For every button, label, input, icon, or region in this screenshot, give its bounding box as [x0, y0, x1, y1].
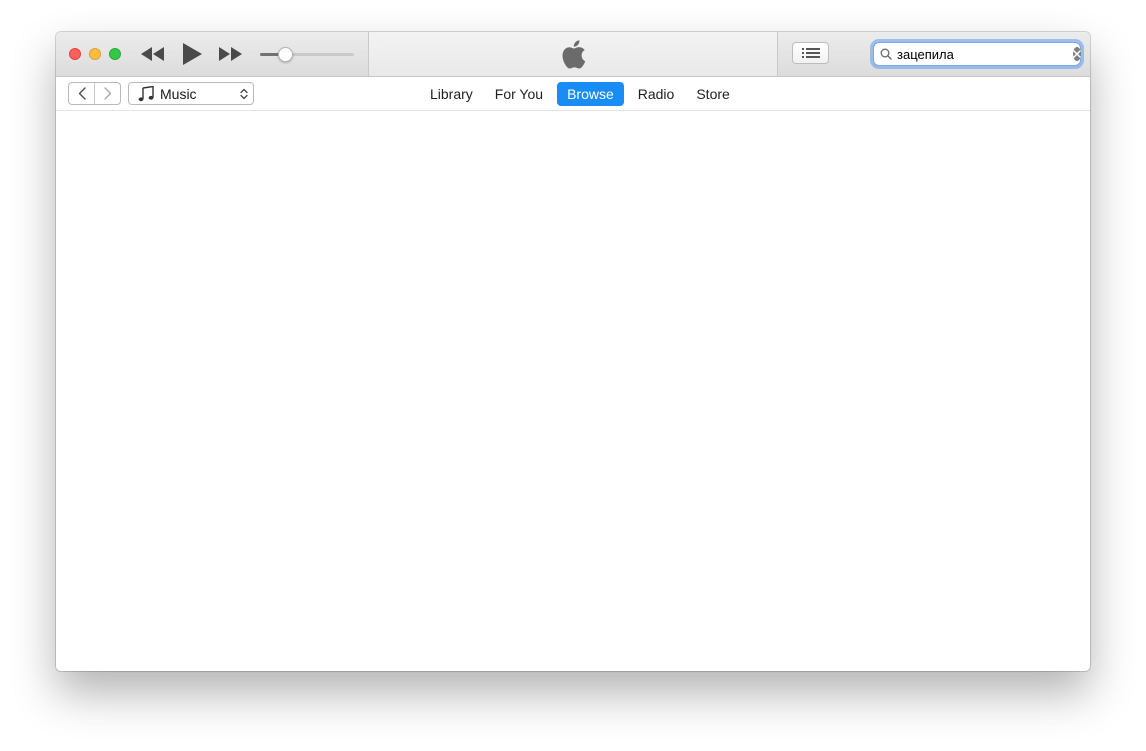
- media-kind-label: Music: [160, 85, 197, 102]
- music-note-icon: [138, 85, 154, 102]
- tab-radio[interactable]: Radio: [630, 82, 683, 106]
- search-icon: [880, 48, 892, 60]
- chevron-right-icon: [103, 87, 111, 100]
- volume-knob[interactable]: [278, 47, 293, 62]
- browse-content-area: [56, 111, 1090, 671]
- itunes-window: Music Library For You Browse Radio Store: [56, 32, 1090, 671]
- clear-search-button[interactable]: [1073, 47, 1081, 61]
- tab-library[interactable]: Library: [422, 82, 481, 106]
- minimize-window-button[interactable]: [89, 48, 101, 60]
- chevron-left-icon: [78, 87, 86, 100]
- play-button[interactable]: [180, 42, 204, 66]
- apple-logo-icon: [562, 39, 586, 69]
- clear-icon: [1073, 50, 1081, 58]
- tab-for-you[interactable]: For You: [487, 82, 551, 106]
- rewind-icon: [141, 47, 164, 61]
- tab-store[interactable]: Store: [688, 82, 737, 106]
- close-window-button[interactable]: [69, 48, 81, 60]
- rewind-button[interactable]: [140, 42, 166, 66]
- media-kind-selector[interactable]: Music: [128, 82, 254, 105]
- fast-forward-button[interactable]: [217, 42, 243, 66]
- play-icon: [183, 43, 202, 65]
- zoom-window-button[interactable]: [109, 48, 121, 60]
- back-forward-group: [68, 82, 121, 105]
- search-field[interactable]: [873, 42, 1081, 66]
- fast-forward-icon: [219, 47, 242, 61]
- tab-browse[interactable]: Browse: [557, 81, 624, 106]
- navigation-bar: Music Library For You Browse Radio Store: [56, 77, 1090, 111]
- title-bar: [56, 32, 1090, 77]
- back-button[interactable]: [69, 83, 94, 104]
- volume-slider[interactable]: [260, 44, 354, 64]
- section-tabs: Library For You Browse Radio Store: [422, 81, 744, 106]
- lcd-display: [368, 32, 778, 76]
- search-input[interactable]: [897, 45, 1073, 63]
- list-icon: [801, 48, 820, 58]
- forward-button[interactable]: [94, 83, 120, 104]
- up-next-list-button[interactable]: [792, 42, 829, 64]
- updown-chevron-icon: [240, 88, 248, 100]
